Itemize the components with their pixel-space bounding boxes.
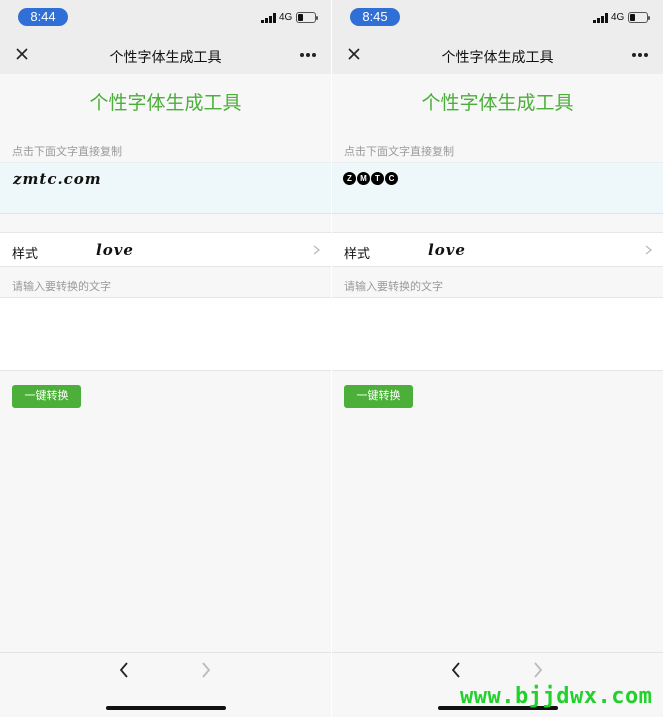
status-time: 8:44 [18, 8, 68, 26]
result-box[interactable] [332, 162, 663, 214]
style-value: love [96, 241, 134, 259]
circled-letter: Z [343, 172, 356, 185]
watermark-text: www.bjjdwx.com [460, 684, 653, 709]
nav-title: 个性字体生成工具 [441, 49, 554, 65]
back-icon[interactable] [450, 661, 462, 679]
page-title: 个性字体生成工具 [421, 93, 574, 114]
style-label: 样式 [344, 246, 371, 261]
battery-icon [628, 12, 650, 23]
signal-icon [261, 13, 277, 23]
circled-letter: T [371, 172, 384, 185]
more-icon[interactable] [632, 53, 648, 57]
network-type: 4G [611, 12, 625, 23]
status-bar: 8:44 4G [0, 0, 331, 36]
style-selector-row[interactable]: 样式 love [332, 232, 663, 267]
battery-icon [296, 12, 318, 23]
convert-button[interactable]: 一键转换 [12, 385, 81, 408]
home-indicator[interactable] [106, 706, 226, 710]
phone-screen-left: 8:44 4G 个性字体生成工具 个性字体生成工具 点击下面文字直接复制 zmt… [0, 0, 331, 717]
text-input-area [0, 297, 331, 371]
circled-letter: C [385, 172, 398, 185]
page-title: 个性字体生成工具 [89, 93, 242, 114]
input-hint: 请输入要转换的文字 [12, 281, 111, 293]
signal-icon [593, 13, 609, 23]
nav-bar: 个性字体生成工具 [332, 36, 663, 74]
nav-title: 个性字体生成工具 [109, 49, 222, 65]
chevron-right-icon [313, 245, 321, 255]
convert-button[interactable]: 一键转换 [344, 385, 413, 408]
copy-hint: 点击下面文字直接复制 [12, 146, 122, 158]
result-text[interactable]: zmtc.com [13, 170, 102, 188]
text-input[interactable] [0, 298, 331, 370]
circled-letter: M [357, 172, 370, 185]
result-text-circled[interactable]: Z M T C [343, 172, 398, 185]
chevron-right-icon [645, 245, 653, 255]
text-input-area [332, 297, 663, 371]
nav-bar: 个性字体生成工具 [0, 36, 331, 74]
text-input[interactable] [332, 298, 663, 370]
network-type: 4G [279, 12, 293, 23]
style-label: 样式 [12, 246, 39, 261]
input-hint: 请输入要转换的文字 [344, 281, 443, 293]
status-bar: 8:45 4G [332, 0, 663, 36]
style-value: love [428, 241, 466, 259]
more-icon[interactable] [300, 53, 316, 57]
phone-screen-right: 8:45 4G 个性字体生成工具 个性字体生成工具 点击下面文字直接复制 Z M… [332, 0, 663, 717]
forward-icon[interactable] [200, 661, 212, 679]
style-selector-row[interactable]: 样式 love [0, 232, 331, 267]
status-time: 8:45 [350, 8, 400, 26]
forward-icon[interactable] [532, 661, 544, 679]
back-icon[interactable] [118, 661, 130, 679]
copy-hint: 点击下面文字直接复制 [344, 146, 454, 158]
